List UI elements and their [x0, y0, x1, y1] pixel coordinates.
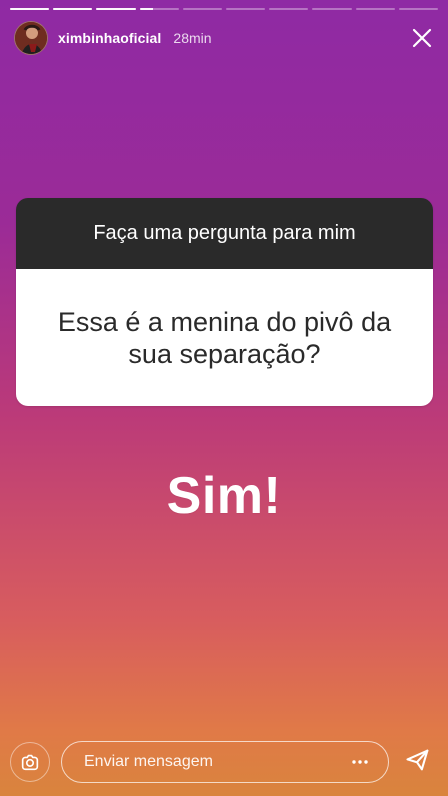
progress-fill-1 [10, 8, 50, 10]
progress-fill-2 [53, 8, 93, 10]
progress-fill-4 [139, 8, 154, 10]
send-button[interactable] [402, 744, 434, 776]
progress-segment-3 [96, 8, 136, 10]
story-time: 28min [173, 30, 212, 46]
story-user-info[interactable]: ximbinhaoficial 28min [14, 21, 212, 55]
progress-segment-4 [139, 8, 179, 10]
progress-segment-10 [398, 8, 439, 10]
progress-segment-9 [355, 8, 395, 10]
message-input[interactable] [82, 741, 348, 783]
camera-button[interactable] [10, 742, 50, 782]
question-text: Essa é a menina do pivô da sua separação… [16, 269, 433, 406]
story-progress-bar [10, 8, 439, 10]
username[interactable]: ximbinhaoficial [58, 30, 161, 46]
progress-segment-6 [226, 8, 266, 10]
question-sticker: Faça uma pergunta para mim Essa é a meni… [16, 198, 433, 406]
more-dots-icon [352, 760, 368, 764]
send-icon [406, 749, 429, 771]
question-prompt: Faça uma pergunta para mim [16, 198, 433, 269]
progress-segment-7 [269, 8, 309, 10]
camera-icon [21, 754, 39, 771]
more-options-button[interactable] [348, 750, 372, 774]
message-input-container[interactable] [61, 741, 389, 783]
avatar[interactable] [14, 21, 48, 55]
progress-segment-8 [312, 8, 352, 10]
close-icon [412, 28, 432, 48]
story-header: ximbinhaoficial 28min [14, 18, 438, 58]
close-button[interactable] [406, 22, 438, 54]
story-reply-bar [0, 736, 448, 796]
progress-segment-2 [53, 8, 93, 10]
progress-segment-5 [182, 8, 223, 10]
story-answer-text: Sim! [166, 467, 282, 525]
progress-fill-3 [96, 8, 136, 10]
instagram-story: ximbinhaoficial 28min Faça uma pergunta … [0, 0, 448, 796]
progress-segment-1 [10, 8, 50, 10]
